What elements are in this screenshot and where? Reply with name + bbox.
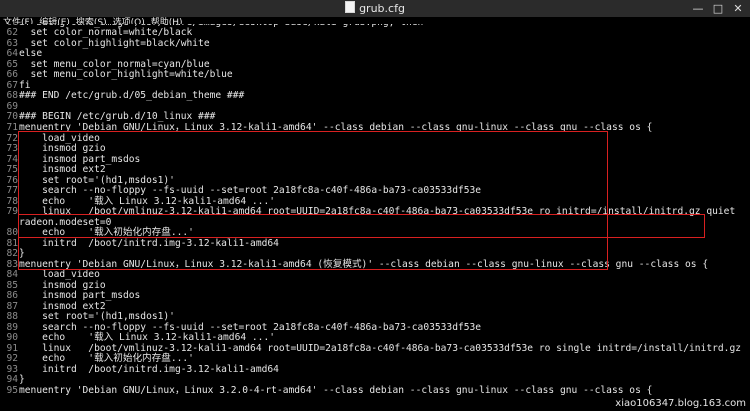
code-line[interactable]: 69 <box>0 100 750 113</box>
maximize-button[interactable]: □ <box>708 0 728 17</box>
window-title-area: grub.cfg <box>0 0 750 17</box>
line-number: 76 <box>6 174 18 186</box>
code-line[interactable]: 62 set color_normal=white/black <box>0 28 750 39</box>
line-text[interactable]: if background_image /usr/share/images/de… <box>19 24 423 28</box>
line-number: 83 <box>6 258 18 270</box>
line-number: 63 <box>6 37 18 49</box>
code-line[interactable]: 64 else <box>0 49 750 60</box>
line-number: 91 <box>6 342 18 354</box>
line-text[interactable]: fi <box>19 80 31 92</box>
line-number: 74 <box>6 153 18 165</box>
line-number: 73 <box>6 143 18 155</box>
code-line[interactable]: 89 search --no-floppy --fs-uuid --set=ro… <box>0 321 750 334</box>
title-bar: grub.cfg — □ ✕ <box>0 0 750 17</box>
code-line[interactable]: 95 menuentry 'Debian GNU/Linux，Linux 3.2.… <box>0 385 750 397</box>
minimize-button[interactable]: — <box>688 0 708 17</box>
line-number: 61 <box>4 24 18 28</box>
line-number: 93 <box>6 363 18 375</box>
line-number: 75 <box>6 164 18 176</box>
line-number: 78 <box>6 195 18 207</box>
line-text[interactable]: set color_highlight=black/white <box>19 38 210 50</box>
line-number: 82 <box>6 248 18 260</box>
line-text[interactable]: insmod part_msdos <box>19 291 140 302</box>
code-line[interactable]: 70 ### BEGIN /etc/grub.d/10_linux ### <box>0 112 750 123</box>
line-number: 62 <box>6 27 18 39</box>
window-controls: — □ ✕ <box>688 0 748 17</box>
line-number: 89 <box>6 321 18 333</box>
line-number: 71 <box>6 122 18 133</box>
line-text[interactable]: echo '载入初始化内存盘...' <box>19 354 194 365</box>
highlight-box-linux-line <box>18 214 705 238</box>
line-number: 95 <box>6 385 18 396</box>
line-text[interactable]: search --no-floppy --fs-uuid --set=root … <box>19 322 481 334</box>
line-number: 67 <box>6 79 18 91</box>
line-number: 86 <box>6 290 18 302</box>
close-button[interactable]: ✕ <box>728 0 748 17</box>
line-text[interactable]: load_video <box>19 270 100 281</box>
code-line[interactable]: 61if background_image /usr/share/images/… <box>0 24 750 28</box>
line-number: 68 <box>6 90 18 102</box>
line-text[interactable]: ### END /etc/grub.d/05_debian_theme ### <box>19 91 244 102</box>
line-number: 64 <box>6 48 18 60</box>
code-line[interactable]: 68 ### END /etc/grub.d/05_debian_theme ##… <box>0 91 750 102</box>
line-number: 85 <box>6 279 18 291</box>
code-line[interactable]: 93 initrd /boot/initrd.img-3.12-kali1-am… <box>0 363 750 376</box>
watermark: xiao106347.blog.163.com <box>615 398 746 409</box>
line-text[interactable]: insmod ext2 <box>19 301 106 313</box>
line-number: 92 <box>6 353 18 365</box>
line-text[interactable]: } <box>19 375 25 386</box>
line-text[interactable]: menuentry 'Debian GNU/Linux，Linux 3.2.0-… <box>19 385 652 397</box>
line-text[interactable]: echo '载入 Linux 3.12-kali1-amd64 ...' <box>19 333 275 344</box>
line-number: 84 <box>6 269 18 281</box>
line-number: 94 <box>6 374 18 386</box>
line-text[interactable]: set root='(hd1,msdos1)' <box>19 312 175 323</box>
line-number: 72 <box>6 132 18 144</box>
line-number: 87 <box>6 300 18 312</box>
code-line[interactable]: 90 echo '载入 Linux 3.12-kali1-amd64 ...' <box>0 333 750 344</box>
line-text[interactable]: set menu_color_normal=cyan/blue <box>19 59 210 71</box>
line-number: 79 <box>6 206 18 218</box>
highlight-box-menuentry <box>18 131 608 270</box>
code-line[interactable]: 66 set menu_color_highlight=white/blue <box>0 70 750 81</box>
code-line[interactable]: 67 fi <box>0 79 750 92</box>
code-line[interactable]: 92 echo '载入初始化内存盘...' <box>0 354 750 365</box>
line-number: 70 <box>6 111 18 123</box>
code-line[interactable]: 94} <box>0 375 750 386</box>
text-editor[interactable]: 95 menuentry 'Debian GNU/Linux，Linux 3.2.… <box>0 24 750 411</box>
window-title: grub.cfg <box>359 2 405 15</box>
code-line[interactable]: 63 set color_highlight=black/white <box>0 37 750 50</box>
code-line[interactable]: 65 set menu_color_normal=cyan/blue <box>0 58 750 71</box>
code-line[interactable]: 85 insmod gzio <box>0 279 750 292</box>
code-line[interactable]: 86 insmod part_msdos <box>0 291 750 302</box>
line-text[interactable]: initrd /boot/initrd.img-3.12-kali1-amd64 <box>19 364 279 376</box>
line-number: 88 <box>6 311 18 323</box>
line-text[interactable]: else <box>19 49 42 60</box>
line-number: 65 <box>6 58 18 70</box>
line-number: 66 <box>6 69 18 81</box>
code-line[interactable]: 91 linux /boot/vmlinuz-3.12-kali1-amd64 … <box>0 342 750 355</box>
line-text[interactable]: ### BEGIN /etc/grub.d/10_linux ### <box>19 112 215 123</box>
line-text[interactable]: linux /boot/vmlinuz-3.12-kali1-amd64 roo… <box>19 343 741 355</box>
code-line[interactable]: 87 insmod ext2 <box>0 300 750 313</box>
code-line[interactable]: 84 load_video <box>0 270 750 281</box>
line-text[interactable]: set color_normal=white/black <box>19 28 193 39</box>
line-number: 80 <box>6 227 18 239</box>
line-number: 77 <box>6 185 18 197</box>
code-line[interactable]: 88 set root='(hd1,msdos1)' <box>0 312 750 323</box>
line-text[interactable]: set menu_color_highlight=white/blue <box>19 70 233 81</box>
line-number: 90 <box>6 332 18 344</box>
line-number: 69 <box>6 100 18 112</box>
line-number: 81 <box>6 237 18 249</box>
line-text[interactable]: insmod gzio <box>19 280 106 292</box>
document-icon <box>345 1 356 13</box>
